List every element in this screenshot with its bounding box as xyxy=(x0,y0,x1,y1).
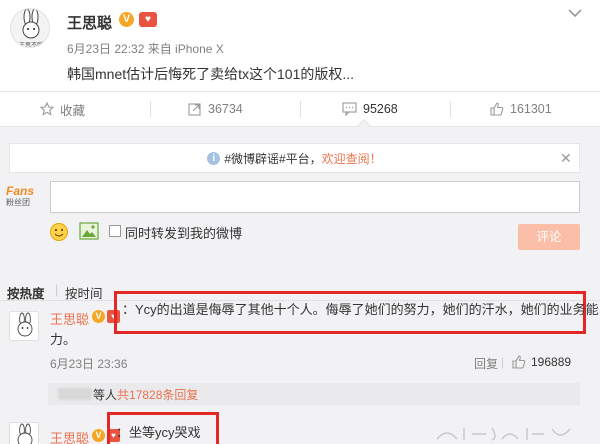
sort-separator: | xyxy=(55,283,59,297)
comment-text: ：Ycy的出道是侮辱了其他十个人。侮辱了她们的努力，她们的汗水，她们的业务能 xyxy=(122,302,599,317)
commenter-avatar[interactable] xyxy=(9,311,39,341)
comment-pointer-fill xyxy=(357,121,371,128)
post-meta: 6月23日 22:32 来自 iPhone X xyxy=(67,42,224,56)
comment-text-continued: 力。 xyxy=(50,332,77,347)
verified-v-icon: V xyxy=(92,429,105,442)
favorite-label: 收藏 xyxy=(60,103,86,118)
like-button[interactable]: 161301 xyxy=(490,92,552,126)
notice-text[interactable]: #微博辟谣#平台， xyxy=(224,150,321,167)
sub-replies-tail: 等人 xyxy=(93,387,118,402)
verified-v-icon: V xyxy=(92,310,105,323)
rumor-notice: i #微博辟谣#平台， 欢迎查阅！ xyxy=(9,143,580,173)
divider xyxy=(450,101,451,117)
member-heart-icon: ♥ xyxy=(139,12,157,27)
fans-logo-bottom: 粉丝团 xyxy=(6,198,30,207)
star-icon xyxy=(40,102,54,116)
fans-logo-top: Fans xyxy=(6,184,35,198)
comment-like-button[interactable]: 196889 xyxy=(512,355,571,369)
avatar-caption: 王思不胖 xyxy=(18,43,43,48)
sub-replies-link[interactable]: 共17828条回复 xyxy=(117,386,198,403)
post-author-name[interactable]: 王思聪 xyxy=(67,12,112,33)
divider xyxy=(300,101,301,117)
chevron-down-icon[interactable] xyxy=(566,6,584,20)
comment-input[interactable] xyxy=(50,181,580,213)
divider xyxy=(150,101,151,117)
repost-button[interactable]: 36734 xyxy=(188,92,243,126)
thumbs-up-icon xyxy=(490,102,504,116)
repost-checkbox-label[interactable]: 同时转发到我的微博 xyxy=(125,223,242,242)
comment-icon xyxy=(342,102,357,116)
comment-text: ：坐等ycy哭戏 xyxy=(116,425,201,440)
image-icon[interactable] xyxy=(79,222,99,240)
repost-count: 36734 xyxy=(208,102,243,116)
comment-like-count: 196889 xyxy=(531,355,572,369)
post-action-bar: 收藏 36734 95268 161301 xyxy=(0,91,600,127)
fans-group-logo[interactable]: Fans 粉丝团 xyxy=(6,184,42,214)
commenter-avatar[interactable] xyxy=(9,422,39,444)
sub-replies-bar[interactable]: 等人 共17828条回复 xyxy=(48,383,580,405)
comment-author[interactable]: 王思聪 xyxy=(50,309,89,328)
notice-highlight[interactable]: 欢迎查阅！ xyxy=(322,150,382,167)
favorite-button[interactable]: 收藏 xyxy=(40,92,85,126)
comment-time: 6月23日 23:36 xyxy=(50,357,128,371)
author-avatar[interactable]: 王思不胖 xyxy=(10,8,50,48)
reply-button[interactable]: 回复 xyxy=(474,355,498,372)
blurred-names xyxy=(58,388,92,400)
verified-v-icon: V xyxy=(119,12,134,27)
post-text: 韩国mnet估计后悔死了卖给tx这个101的版权... xyxy=(67,66,355,82)
info-icon: i xyxy=(207,151,221,165)
thumbs-up-icon xyxy=(512,355,526,369)
separator: | xyxy=(501,355,505,369)
repost-icon xyxy=(188,103,201,116)
like-count: 161301 xyxy=(510,102,552,116)
comment-count: 95268 xyxy=(363,102,398,116)
emoji-icon[interactable] xyxy=(49,222,69,242)
close-icon[interactable]: ✕ xyxy=(560,150,572,167)
comment-author[interactable]: 王思聪 xyxy=(50,428,89,444)
repost-checkbox[interactable] xyxy=(109,225,121,237)
watermark xyxy=(432,424,582,444)
submit-comment-button[interactable]: 评论 xyxy=(518,224,580,250)
